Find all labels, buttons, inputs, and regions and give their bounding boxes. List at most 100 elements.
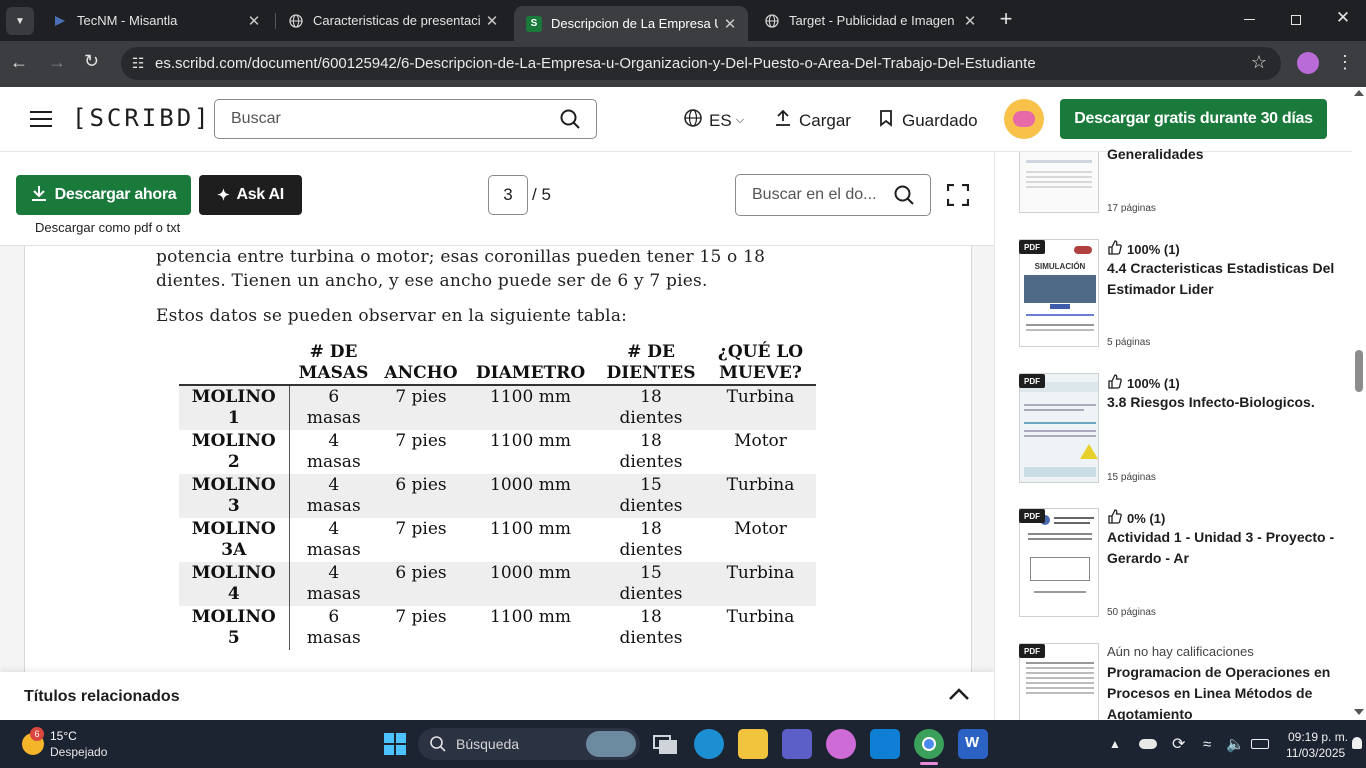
scroll-up-icon[interactable] [1354,90,1364,96]
hamburger-menu-icon[interactable] [30,111,52,127]
sidebar-item-title[interactable]: 3.8 Riesgos Infecto-Biologicos. [1107,392,1335,413]
copilot-icon[interactable] [826,729,856,759]
tab-label: Caracteristicas de presentacion [313,13,480,28]
search-icon[interactable] [894,185,914,210]
related-titles-heading: Títulos relacionados [24,688,180,705]
document-thumbnail[interactable]: SIMULACIÓN [1019,239,1099,347]
sidebar-item-title[interactable]: Actividad 1 - Unidad 3 - Proyecto - Gera… [1107,527,1335,569]
store-icon[interactable] [870,729,900,759]
maximize-button[interactable] [1286,10,1306,30]
mueve-cell: Motor [734,519,787,539]
site-info-icon[interactable]: ☷ [121,55,155,72]
clock-time[interactable]: 09:19 p. m. [1288,730,1348,744]
masas-cell: 4 masas [306,431,361,472]
free-trial-button[interactable]: Descargar gratis durante 30 días [1060,99,1327,139]
column-header: DIAMETRO [464,342,597,386]
address-bar[interactable]: ☷ es.scribd.com/document/600125942/6-Des… [121,47,1281,80]
molino-name-cell: MOLINO 3A [179,518,290,562]
masas-cell: 6 masas [289,385,378,430]
fullscreen-icon[interactable] [946,183,970,207]
tab-caracteristicas[interactable]: Caracteristicas de presentacion ✕ [276,0,510,41]
chrome-icon[interactable] [914,729,944,759]
teams-icon[interactable] [782,729,812,759]
tab-descripcion[interactable]: S Descripcion de La Empresa U O ✕ [514,6,748,41]
document-thumbnail[interactable] [1019,373,1099,483]
tab-label: Target - Publicidad e Imagen [789,13,955,28]
edge-icon[interactable] [694,729,724,759]
onedrive-icon[interactable] [1139,739,1157,749]
document-thumbnail[interactable] [1019,152,1099,213]
back-button[interactable]: ← [10,52,34,76]
ask-ai-button[interactable]: ✦ Ask AI [199,175,302,215]
tab-target[interactable]: Target - Publicidad e Imagen ✕ [752,0,988,41]
close-icon[interactable]: ✕ [958,12,982,30]
search-input[interactable]: Buscar [214,99,597,139]
menu-kebab-icon[interactable]: ⋮ [1336,51,1354,73]
wifi-icon[interactable]: ≈ [1203,736,1211,753]
forward-button[interactable]: → [48,52,72,76]
sidebar-item-pages: 17 páginas [1107,203,1156,214]
tab-search-button[interactable]: ▼ [6,7,34,35]
mueve-cell: Turbina [705,474,816,518]
reload-button[interactable]: ↻ [84,51,108,75]
column-header: # DE MASAS [289,342,378,386]
volume-icon[interactable]: 🔈 [1226,735,1245,753]
minimize-button[interactable] [1240,10,1260,30]
scribd-favicon-icon: S [526,15,542,32]
bookmark-star-icon[interactable]: ☆ [1251,52,1267,73]
column-header: ¿QUÉ LO MUEVE? [705,342,816,386]
page-scrollbar[interactable] [1352,87,1366,720]
download-label: Descargar ahora [54,186,177,203]
battery-icon[interactable] [1251,739,1269,749]
molino-name-cell: MOLINO 3 [179,474,290,518]
notifications-bell-icon[interactable] [1352,737,1362,749]
column-header: ANCHO [378,342,464,386]
scroll-down-icon[interactable] [1354,709,1364,715]
paragraph-line: potencia entre turbina o motor; esas cor… [156,247,766,267]
ancho-cell: 7 pies [395,519,447,539]
clock-date[interactable]: 11/03/2025 [1286,746,1345,760]
temperature: 15°C [50,729,77,743]
download-now-button[interactable]: Descargar ahora [16,175,191,215]
task-view-icon[interactable] [650,729,680,759]
url-text: es.scribd.com/document/600125942/6-Descr… [155,55,1036,72]
pdf-badge: PDF [1019,374,1045,388]
paragraph-line: dientes. Tienen un ancho, y ese ancho pu… [156,271,708,291]
sidebar-item-pages: 50 páginas [1107,607,1156,618]
new-tab-button[interactable]: + [994,8,1018,32]
sync-icon[interactable]: ⟳ [1172,734,1185,754]
user-avatar[interactable] [1004,99,1044,139]
chevron-up-icon[interactable]: ▲ [1109,737,1121,751]
column-header [179,342,289,386]
file-explorer-icon[interactable] [738,729,768,759]
tab-tecnm[interactable]: TecNM - Misantla ✕ [40,0,272,41]
document-thumbnail[interactable] [1019,508,1099,617]
scrollbar-thumb[interactable] [1355,350,1363,392]
word-icon[interactable]: W [958,729,988,759]
language-selector[interactable]: ES ⌵ [684,109,744,132]
profile-avatar[interactable] [1297,52,1319,74]
close-window-button[interactable]: ✕ [1332,8,1354,30]
sidebar-item-title[interactable]: Programacion de Operaciones en Procesos … [1107,662,1335,720]
close-icon[interactable]: ✕ [718,15,742,33]
close-icon[interactable]: ✕ [480,12,504,30]
windows-start-icon[interactable] [384,733,406,755]
document-search-input[interactable]: Buscar en el do... [735,174,931,216]
search-icon[interactable] [560,109,580,134]
taskbar-search[interactable]: Búsqueda [418,728,640,760]
weather-widget[interactable]: 6 15°C Despejado [20,727,120,761]
diametro-cell: 1000 mm [464,562,597,606]
sidebar-item-title[interactable]: Generalidades [1107,144,1335,165]
upload-button[interactable]: Cargar [774,109,851,132]
sidebar-item-title[interactable]: 4.4 Cracteristicas Estadisticas Del Esti… [1107,258,1335,300]
close-icon[interactable]: ✕ [242,12,266,30]
scribd-logo[interactable]: [SCRIBD] [72,104,212,132]
page-number-input[interactable]: 3 [488,175,528,215]
ancho-cell: 7 pies [395,431,447,451]
diametro-cell: 1100 mm [490,607,571,627]
search-highlight-icon [586,731,636,757]
browser-tab-strip: ▼ TecNM - Misantla ✕ Caracteristicas de … [0,0,1366,41]
chevron-up-icon[interactable] [948,687,970,706]
table-row: MOLINO 1 6 masas 7 pies 1100 mm 18 dientes … [179,385,816,430]
saved-button[interactable]: Guardado [879,109,978,132]
